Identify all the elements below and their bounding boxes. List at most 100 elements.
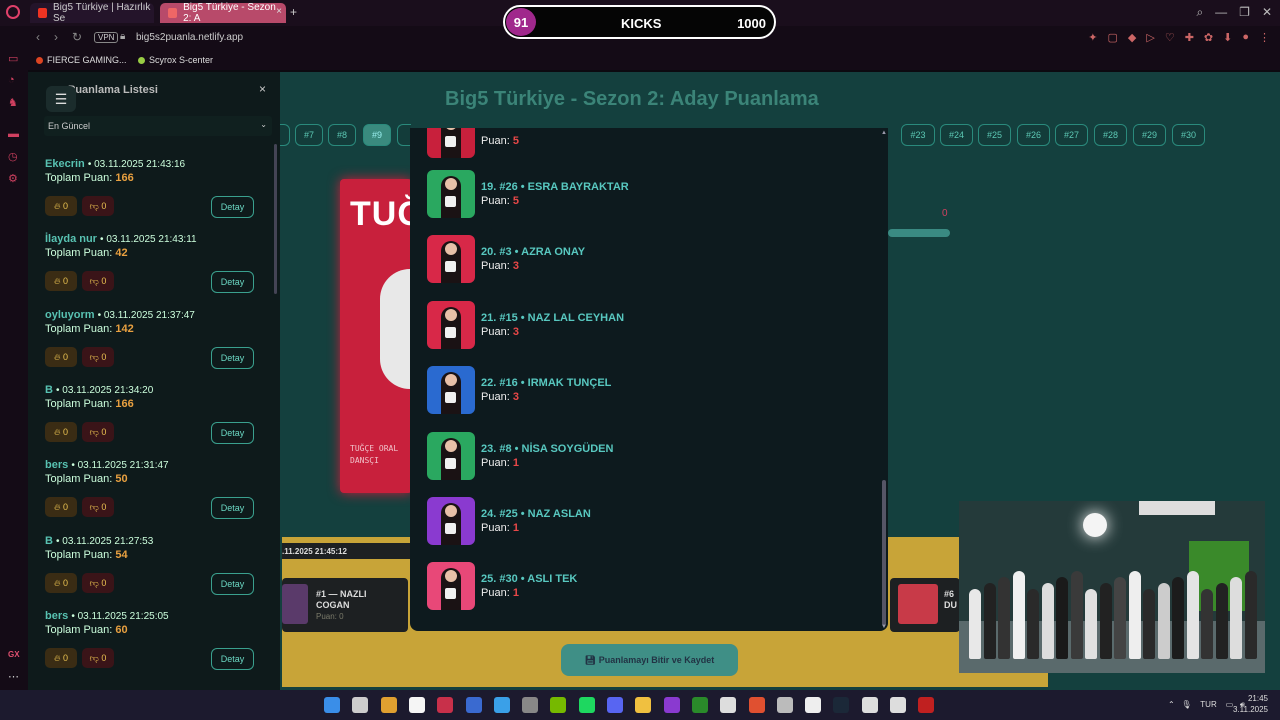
minimize-icon[interactable]: — xyxy=(1215,5,1227,20)
maximize-icon[interactable]: ❐ xyxy=(1239,5,1250,20)
puzzle-icon[interactable]: ✿ xyxy=(1204,31,1213,44)
finish-save-button[interactable]: 💾︎ Puanlamayı Bitir ve Kaydet xyxy=(561,644,738,676)
taskbar-app-icon[interactable] xyxy=(635,697,652,713)
dislike-button[interactable]: 👎︎ 0 xyxy=(82,346,114,367)
number-button[interactable]: #28 xyxy=(1094,124,1127,146)
dislike-button[interactable]: 👎︎ 0 xyxy=(82,572,114,593)
detail-button[interactable]: Detay xyxy=(211,271,254,294)
video-overlay[interactable] xyxy=(959,501,1265,673)
bookmark-scyrox[interactable]: Scyrox S-center xyxy=(138,55,213,65)
taskbar-app-icon[interactable] xyxy=(918,697,935,713)
opera-gx-logo-icon[interactable] xyxy=(6,5,20,19)
gx-label[interactable]: GX xyxy=(8,650,20,662)
number-button[interactable]: #8 xyxy=(328,124,356,146)
score-slider[interactable] xyxy=(888,229,950,237)
detail-button[interactable]: Detay xyxy=(211,346,254,369)
dislike-button[interactable]: 👎︎ 0 xyxy=(82,497,114,518)
shield-icon[interactable]: ◆ xyxy=(1128,31,1136,44)
settings-icon[interactable]: ⚙ xyxy=(8,172,20,185)
taskbar-app-icon[interactable] xyxy=(833,697,850,713)
close-icon[interactable]: × xyxy=(259,82,266,96)
like-button[interactable]: 🔥︎ 0 xyxy=(45,497,77,518)
menu-icon[interactable]: ⋮ xyxy=(1259,31,1270,44)
scroll-thumb[interactable] xyxy=(882,480,886,626)
avatar[interactable]: ● xyxy=(1242,31,1249,44)
forward-icon[interactable]: › xyxy=(54,30,58,44)
taskbar-app-icon[interactable] xyxy=(748,697,765,713)
like-button[interactable]: 🔥︎ 0 xyxy=(45,346,77,367)
number-button[interactable]: #29 xyxy=(1133,124,1166,146)
like-button[interactable]: 🔥︎ 0 xyxy=(45,572,77,593)
number-button[interactable]: #26 xyxy=(1017,124,1050,146)
like-button[interactable]: 🔥︎ 0 xyxy=(45,647,77,668)
search-icon[interactable]: ⌕ xyxy=(1196,5,1203,20)
dislike-button[interactable]: 👎︎ 0 xyxy=(82,421,114,442)
candidate-mini-card[interactable]: #1 — NAZLI COGAN Puan: 0 xyxy=(282,578,408,632)
url-text[interactable]: big5s2puanla.netlify.app xyxy=(136,32,243,43)
taskbar-app-icon[interactable] xyxy=(380,697,397,713)
more-icon[interactable]: ⋯ xyxy=(8,670,20,683)
number-button[interactable]: #27 xyxy=(1055,124,1088,146)
taskbar-app-icon[interactable] xyxy=(465,697,482,713)
like-button[interactable]: 🔥︎ 0 xyxy=(45,421,77,442)
heart-icon[interactable]: ♡ xyxy=(1165,31,1175,44)
vpn-badge[interactable]: VPN xyxy=(94,32,119,43)
detail-button[interactable]: Detay xyxy=(211,647,254,670)
close-window-icon[interactable]: ✕ xyxy=(1262,5,1272,20)
number-button[interactable]: #30 xyxy=(1172,124,1205,146)
wallet-icon[interactable]: ▬ xyxy=(8,128,20,140)
clock-icon[interactable]: ◷ xyxy=(8,150,20,163)
play-icon[interactable]: ▷ xyxy=(1146,31,1154,44)
clock[interactable]: 21:45 3.11.2025 xyxy=(1233,693,1268,715)
dislike-button[interactable]: 👎︎ 0 xyxy=(82,647,114,668)
back-icon[interactable]: ‹ xyxy=(36,30,40,44)
dislike-button[interactable]: 👎︎ 0 xyxy=(82,271,114,292)
tab-sezon2[interactable]: Big5 Türkiye - Sezon 2: A × xyxy=(160,2,286,24)
taskbar-app-icon[interactable] xyxy=(493,697,510,713)
number-button[interactable]: #7 xyxy=(295,124,323,146)
scroll-up-icon[interactable]: ▲ xyxy=(881,130,887,136)
detail-button[interactable]: Detay xyxy=(211,421,254,444)
candidate-card[interactable]: TUĞÇ TUĞÇE ORAL DANSÇI xyxy=(340,179,449,493)
lock-icon[interactable]: 🔒︎ xyxy=(120,31,125,42)
detail-button[interactable]: Detay xyxy=(211,572,254,595)
detail-button[interactable]: Detay xyxy=(211,497,254,520)
candidate-mini-card[interactable]: #6 DU xyxy=(890,578,960,632)
taskbar-app-icon[interactable] xyxy=(607,697,623,713)
new-tab-icon[interactable]: + xyxy=(290,5,297,19)
like-button[interactable]: 🔥︎ 0 xyxy=(45,196,77,216)
download-icon[interactable]: ⬇ xyxy=(1223,31,1232,44)
taskbar-app-icon[interactable] xyxy=(324,697,340,713)
taskbar-app-icon[interactable] xyxy=(408,697,425,713)
bookmark-fierce[interactable]: FIERCE GAMING... xyxy=(36,55,127,65)
taskbar-app-icon[interactable] xyxy=(578,697,595,713)
taskbar-app-icon[interactable] xyxy=(691,697,708,713)
taskbar-app-icon[interactable] xyxy=(861,697,878,713)
number-button[interactable]: #25 xyxy=(978,124,1011,146)
snapshot-icon[interactable]: ▢ xyxy=(1107,31,1117,44)
history-icon[interactable]: ◔ xyxy=(8,74,20,86)
like-button[interactable]: 🔥︎ 0 xyxy=(45,271,77,292)
reload-icon[interactable]: ↻ xyxy=(72,30,82,44)
taskbar-app-icon[interactable] xyxy=(805,697,822,713)
taskbar-app-icon[interactable] xyxy=(720,697,737,713)
taskbar-app-icon[interactable] xyxy=(352,697,369,713)
sort-select[interactable]: En Güncel ⌄ xyxy=(44,116,272,136)
dislike-button[interactable]: 👎︎ 0 xyxy=(82,196,114,216)
scroll-down-icon[interactable]: ▼ xyxy=(881,624,887,630)
hamburger-menu-icon[interactable]: ☰ xyxy=(46,86,76,112)
extension-icon[interactable]: ✚ xyxy=(1185,31,1194,44)
gx-control-icon[interactable]: ♞ xyxy=(8,96,20,109)
number-button-active[interactable]: #9 xyxy=(363,124,391,146)
extension-icon[interactable]: ✦ xyxy=(1088,31,1097,44)
number-button[interactable]: #23 xyxy=(901,124,935,146)
taskbar-app-icon[interactable] xyxy=(437,697,454,713)
taskbar-app-icon[interactable] xyxy=(890,697,906,713)
taskbar-app-icon[interactable] xyxy=(522,697,539,713)
detail-button[interactable]: Detay xyxy=(211,196,254,218)
taskbar-app-icon[interactable] xyxy=(550,697,567,713)
taskbar-app-icon[interactable] xyxy=(776,697,793,713)
modal-scrollbar[interactable]: ▲ ▼ xyxy=(881,130,887,630)
tab-hazirlik[interactable]: Big5 Türkiye | Hazırlık Se xyxy=(30,2,154,24)
number-button[interactable]: #24 xyxy=(940,124,973,146)
